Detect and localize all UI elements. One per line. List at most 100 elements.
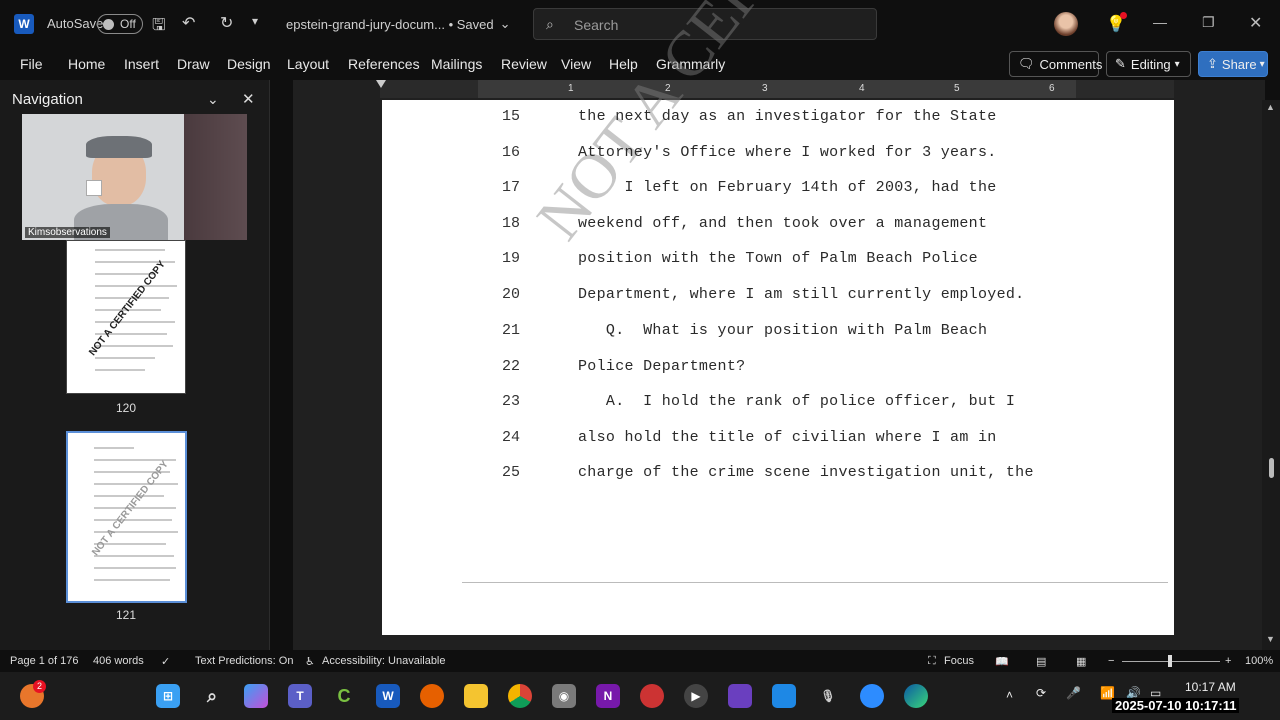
zoom-out-icon[interactable]: −: [1108, 655, 1114, 667]
transcript-line[interactable]: Q. What is your position with Palm Beach: [578, 322, 987, 339]
autosave-state: Off: [120, 17, 136, 31]
file-explorer-icon[interactable]: [464, 684, 488, 708]
transcript-line[interactable]: charge of the crime scene investigation …: [578, 464, 1034, 481]
web-layout-icon[interactable]: ▦: [1076, 655, 1086, 668]
accessibility-status[interactable]: Accessibility: Unavailable: [322, 655, 446, 667]
windows-start-icon[interactable]: ⊞: [156, 684, 180, 708]
autosave-toggle[interactable]: Off: [97, 14, 143, 34]
tab-mailings[interactable]: Mailings: [431, 56, 482, 72]
read-mode-icon[interactable]: 📖: [995, 655, 1009, 668]
tab-design[interactable]: Design: [227, 56, 271, 72]
windows-taskbar: 2 ⊞ ⌕ T C W ◉ N ▶ 🎙 ˄ ⟳ 🎤 📶 🔊 ▭ 10:17 AM…: [0, 672, 1280, 720]
tab-layout[interactable]: Layout: [287, 56, 329, 72]
indent-marker-icon[interactable]: [376, 80, 386, 88]
tab-view[interactable]: View: [561, 56, 591, 72]
transcript-line[interactable]: the next day as an investigator for the …: [578, 108, 997, 125]
transcript-line[interactable]: Police Department?: [578, 358, 745, 375]
transcript-line[interactable]: weekend off, and then took over a manage…: [578, 215, 987, 232]
print-layout-icon[interactable]: ▤: [1036, 655, 1046, 668]
tab-review[interactable]: Review: [501, 56, 547, 72]
undo-icon[interactable]: ↶: [182, 13, 195, 33]
editing-button[interactable]: ✎ Editing ▾: [1106, 51, 1191, 77]
focus-button[interactable]: Focus: [944, 655, 974, 667]
comments-button[interactable]: 🗨 Comments: [1009, 51, 1102, 77]
editing-label: Editing: [1130, 56, 1171, 72]
save-icon[interactable]: 🖫: [152, 14, 166, 41]
chrome-icon[interactable]: [508, 684, 532, 708]
page-count[interactable]: Page 1 of 176: [10, 655, 79, 667]
word-count[interactable]: 406 words: [93, 655, 144, 667]
text-predictions[interactable]: Text Predictions: On: [195, 655, 293, 667]
transcript-line[interactable]: I left on February 14th of 2003, had the: [578, 179, 997, 196]
close-icon[interactable]: ✕: [1249, 13, 1262, 33]
share-button[interactable]: ⇪ Share ▾: [1198, 51, 1268, 77]
tab-draw[interactable]: Draw: [177, 56, 210, 72]
light-switch: [86, 180, 102, 196]
datetime-overlay: 2025-07-10 10:17:11: [1112, 698, 1240, 713]
document-title[interactable]: epstein-grand-jury-docum... • Saved ⌄: [286, 16, 511, 32]
customize-toolbar-icon[interactable]: ▾: [252, 14, 258, 28]
scrollbar-thumb[interactable]: [1269, 458, 1274, 478]
mic-tray-icon[interactable]: 🎤: [1066, 686, 1081, 700]
line-number: 25: [502, 464, 521, 481]
restore-icon[interactable]: ❐: [1202, 14, 1215, 31]
line-number: 20: [502, 286, 521, 303]
zoom-app-icon[interactable]: [860, 684, 884, 708]
tab-home[interactable]: Home: [68, 56, 105, 72]
photos-icon[interactable]: [772, 684, 796, 708]
search-icon: ⌕: [546, 16, 554, 32]
person-cap: [86, 136, 152, 158]
title-bar: W AutoSave Off 🖫 ↶ ↻ ▾ epstein-grand-jur…: [0, 0, 1280, 48]
transcript-line[interactable]: Department, where I am still currently e…: [578, 286, 1024, 303]
line-number: 23: [502, 393, 521, 410]
search-placeholder: Search: [574, 17, 619, 33]
chevron-up-icon[interactable]: ˄: [1006, 688, 1013, 702]
media-player-icon[interactable]: ▶: [684, 684, 708, 708]
microphone-icon[interactable]: 🎙: [816, 684, 840, 708]
onenote-icon[interactable]: N: [596, 684, 620, 708]
tab-insert[interactable]: Insert: [124, 56, 159, 72]
ruler-mark: 5: [954, 83, 960, 94]
zoom-level[interactable]: 100%: [1245, 655, 1273, 667]
app-dome-icon[interactable]: [640, 684, 664, 708]
scroll-down-icon[interactable]: ▼: [1266, 634, 1275, 644]
firefox-icon[interactable]: [420, 684, 444, 708]
redo-icon[interactable]: ↻: [220, 13, 233, 33]
navigation-title: Navigation: [12, 91, 83, 108]
app-c-icon[interactable]: C: [332, 684, 356, 708]
teams-icon[interactable]: T: [288, 684, 312, 708]
camera-icon[interactable]: ◉: [552, 684, 576, 708]
page-thumbnail-120[interactable]: NOT A CERTIFIED COPY: [66, 240, 186, 394]
minimize-icon[interactable]: —: [1153, 14, 1167, 30]
proofing-icon[interactable]: ✓: [161, 655, 170, 668]
avatar[interactable]: [1054, 12, 1078, 36]
transcript-line[interactable]: position with the Town of Palm Beach Pol…: [578, 250, 978, 267]
zoom-slider-thumb[interactable]: [1168, 655, 1172, 667]
transcript-line[interactable]: also hold the title of civilian where I …: [578, 429, 997, 446]
zoom-in-icon[interactable]: +: [1225, 655, 1231, 667]
pencil-icon: ✎: [1115, 56, 1126, 71]
vertical-scrollbar[interactable]: ▲ ▼: [1262, 100, 1280, 650]
transcript-line[interactable]: A. I hold the rank of police officer, bu…: [578, 393, 1015, 410]
clipchamp-icon[interactable]: [728, 684, 752, 708]
autosave-label: AutoSave: [47, 16, 104, 31]
search-icon[interactable]: ⌕: [200, 684, 224, 708]
transcript-line[interactable]: Attorney's Office where I worked for 3 y…: [578, 144, 997, 161]
chevron-down-icon[interactable]: ⌄: [207, 91, 219, 108]
sync-icon[interactable]: ⟳: [1036, 686, 1046, 700]
close-icon[interactable]: ✕: [242, 90, 255, 108]
tab-file[interactable]: File: [20, 56, 43, 72]
clock-time[interactable]: 10:17 AM: [1185, 680, 1236, 694]
ruler-mark: 4: [859, 83, 865, 94]
line-number: 21: [502, 322, 521, 339]
document-page[interactable]: NOT A CER 15 the next day as an investig…: [382, 0, 1174, 635]
word-taskbar-icon[interactable]: W: [376, 684, 400, 708]
thumbnail-page-number: 121: [116, 608, 137, 622]
tab-references[interactable]: References: [348, 56, 420, 72]
scroll-up-icon[interactable]: ▲: [1266, 102, 1275, 112]
page-thumbnail-121[interactable]: NOT A CERTIFIED COPY: [66, 431, 187, 603]
edge-icon[interactable]: [904, 684, 928, 708]
focus-icon: ⛶: [928, 655, 936, 667]
copilot-icon[interactable]: [244, 684, 268, 708]
horizontal-ruler[interactable]: 1 2 3 4 5 6: [376, 80, 1174, 98]
